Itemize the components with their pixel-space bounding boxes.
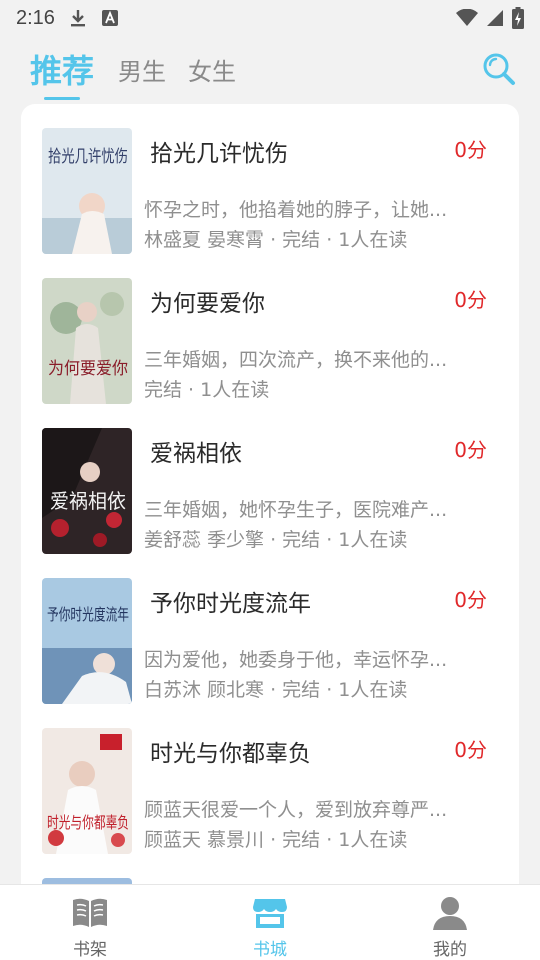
book-cover: 拾光几许忧伤 [42, 128, 132, 254]
book-icon [71, 895, 109, 931]
cover-title: 爱祸相依 [50, 489, 126, 513]
book-description: 三年婚姻，她怀孕生子，医院难产... [144, 499, 448, 521]
battery-icon [512, 7, 524, 29]
download-icon [69, 8, 87, 28]
book-cover: 爱祸相依 [42, 428, 132, 554]
book-cover: 时光与你都辜负 [42, 728, 132, 854]
book-item[interactable]: 为何要爱你 为何要爱你 0分 三年婚姻，四次流产，换不来他的... 完结 · 1… [21, 254, 519, 404]
book-meta: 林盛夏 晏寒霄 · 完结 · 1人在读 [144, 229, 408, 251]
book-title: 为何要爱你 [150, 291, 265, 317]
nav-mine[interactable]: 我的 [360, 885, 540, 960]
book-meta: 姜舒蕊 季少擎 · 完结 · 1人在读 [144, 529, 408, 551]
search-button[interactable] [482, 52, 516, 86]
nav-label: 我的 [433, 940, 467, 960]
book-score: 0分 [454, 588, 487, 612]
book-score: 0分 [454, 438, 487, 462]
tab-male[interactable]: 男生 [118, 52, 166, 87]
book-cover: 予你时光度流年 [42, 578, 132, 704]
person-icon [431, 895, 469, 931]
book-title: 予你时光度流年 [150, 591, 311, 617]
book-item[interactable]: 拾光几许忧伤 拾光几许忧伤 0分 怀孕之时，他掐着她的脖子，让她... 林盛夏 … [21, 104, 519, 254]
book-title: 爱祸相依 [150, 441, 242, 467]
book-score: 0分 [454, 738, 487, 762]
font-a-icon [101, 9, 119, 27]
cover-title: 时光与你都辜负 [47, 813, 129, 832]
book-cover: 为何要爱你 [42, 278, 132, 404]
book-meta: 白苏沐 顾北寒 · 完结 · 1人在读 [144, 679, 408, 701]
nav-bookstore[interactable]: 书城 [180, 885, 360, 960]
bottom-nav: 书架 书城 我的 [0, 884, 540, 960]
book-description: 三年婚姻，四次流产，换不来他的... [144, 349, 448, 371]
book-meta: 完结 · 1人在读 [144, 379, 270, 401]
book-title: 时光与你都辜负 [150, 741, 311, 767]
book-score: 0分 [454, 288, 487, 312]
status-bar: 2:16 [0, 0, 540, 36]
cover-title: 予你时光度流年 [47, 605, 129, 624]
cover-title: 拾光几许忧伤 [48, 147, 128, 167]
signal-icon [486, 9, 504, 27]
book-description: 顾蓝天很爱一个人，爱到放弃尊严... [144, 799, 448, 821]
book-title: 拾光几许忧伤 [150, 141, 288, 167]
book-item[interactable]: 予你时光度流年 予你时光度流年 0分 因为爱他，她委身于他，幸运怀孕... 白苏… [21, 554, 519, 704]
tab-recommend[interactable]: 推荐 [30, 46, 94, 100]
book-item[interactable]: 时光与你都辜负 时光与你都辜负 0分 顾蓝天很爱一个人，爱到放弃尊严... 顾蓝… [21, 704, 519, 854]
top-tab-bar: 推荐 男生 女生 [0, 44, 540, 100]
store-icon [251, 895, 289, 931]
nav-label: 书城 [253, 940, 287, 960]
nav-label: 书架 [73, 940, 107, 960]
search-icon [483, 53, 515, 85]
cover-title: 为何要爱你 [48, 359, 128, 379]
book-list-card: 拾光几许忧伤 拾光几许忧伤 0分 怀孕之时，他掐着她的脖子，让她... 林盛夏 … [21, 104, 519, 904]
book-description: 怀孕之时，他掐着她的脖子，让她... [144, 199, 448, 221]
nav-bookshelf[interactable]: 书架 [0, 885, 180, 960]
book-item[interactable]: 爱祸相依 爱祸相依 0分 三年婚姻，她怀孕生子，医院难产... 姜舒蕊 季少擎 … [21, 404, 519, 554]
book-score: 0分 [454, 138, 487, 162]
book-meta: 顾蓝天 慕景川 · 完结 · 1人在读 [144, 829, 408, 851]
book-description: 因为爱他，她委身于他，幸运怀孕... [144, 649, 448, 671]
wifi-icon [456, 9, 478, 27]
tab-female[interactable]: 女生 [188, 52, 236, 87]
status-time: 2:16 [16, 6, 55, 29]
